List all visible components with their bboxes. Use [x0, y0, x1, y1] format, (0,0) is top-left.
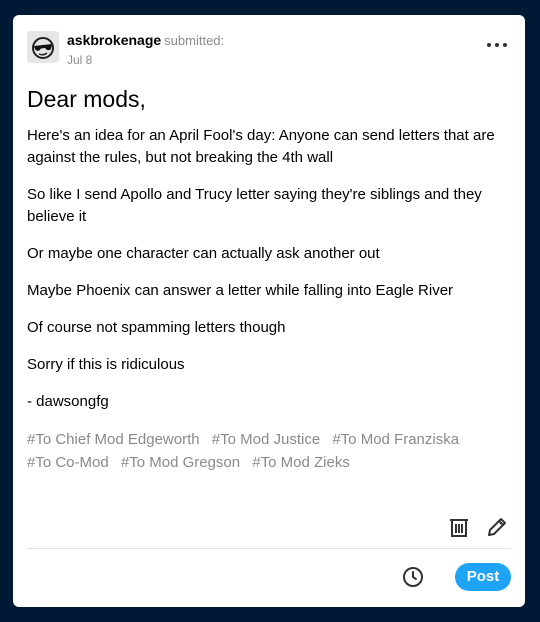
post-paragraph: Here's an idea for an April Fool's day: … [27, 127, 495, 166]
delete-button[interactable] [445, 513, 473, 541]
pencil-icon [488, 518, 506, 536]
post-paragraph: Maybe Phoenix can answer a letter while … [27, 282, 454, 299]
post-button[interactable]: Post [455, 563, 511, 591]
post-paragraph: Or maybe one character can actually ask … [27, 245, 380, 262]
tag-link[interactable]: #To Co-Mod [27, 454, 109, 471]
tag-link[interactable]: #To Mod Gregson [121, 454, 240, 471]
post-card: askbrokenage submitted: Jul 8 Dear mods, … [13, 15, 525, 607]
submitted-label: submitted: [164, 33, 225, 48]
trash-icon [449, 519, 468, 537]
post-title: Dear mods, [27, 86, 146, 112]
schedule-button[interactable] [401, 565, 425, 589]
post-actions [439, 513, 511, 541]
edit-button[interactable] [483, 513, 511, 541]
post-paragraph: Sorry if this is ridiculous [27, 356, 185, 373]
tag-link[interactable]: #To Mod Franziska [332, 431, 459, 448]
post-paragraph: Of course not spamming letters though [27, 319, 286, 336]
post-paragraph: So like I send Apollo and Trucy letter s… [27, 186, 482, 225]
clock-icon [403, 567, 423, 587]
post-date: Jul 8 [67, 53, 93, 67]
tag-link[interactable]: #To Chief Mod Edgeworth [27, 431, 200, 448]
post-footer: Post [27, 560, 511, 592]
post-paragraph: - dawsongfg [27, 393, 109, 410]
sunglasses-avatar-icon [27, 31, 59, 63]
more-options-button[interactable] [483, 33, 511, 57]
footer-divider [27, 548, 511, 549]
username-link[interactable]: askbrokenage [67, 32, 161, 48]
avatar[interactable] [27, 31, 59, 63]
tag-link[interactable]: #To Mod Zieks [252, 454, 350, 471]
tag-link[interactable]: #To Mod Justice [212, 431, 320, 448]
more-horizontal-icon [487, 43, 507, 47]
post-header: askbrokenage submitted: Jul 8 [27, 29, 511, 69]
post-meta: askbrokenage submitted: Jul 8 [67, 32, 224, 67]
tag-list: #To Chief Mod Edgeworth #To Mod Justice … [27, 428, 509, 474]
post-body: Dear mods, Here's an idea for an April F… [27, 83, 509, 474]
